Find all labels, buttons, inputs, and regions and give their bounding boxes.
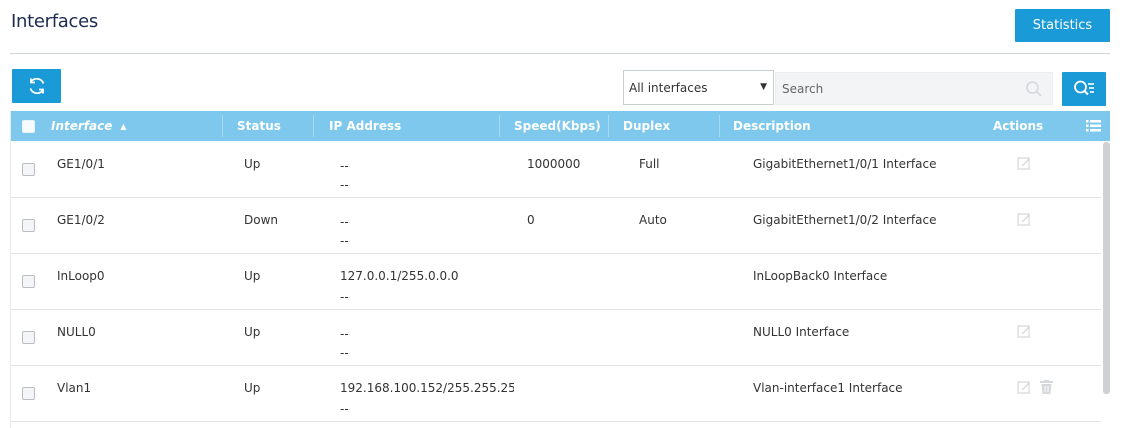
row-checkbox[interactable] [22, 275, 35, 288]
interface-name: GE1/0/1 [57, 157, 105, 171]
column-duplex-label: Duplex [623, 119, 671, 133]
column-actions: Actions [993, 111, 1043, 141]
select-all-cell [22, 111, 35, 141]
edit-icon [1017, 213, 1030, 226]
page-title: Interfaces [11, 11, 98, 32]
column-description-label: Description [733, 119, 811, 133]
column-status[interactable]: Status [237, 111, 281, 141]
column-separator [608, 115, 609, 137]
description-text: NULL0 Interface [753, 325, 850, 339]
search-icon[interactable] [1025, 80, 1043, 98]
title-divider [10, 53, 1110, 54]
row-checkbox[interactable] [22, 163, 35, 176]
table-row[interactable]: InLoop0 Up 127.0.0.1/255.0.0.0 -- InLoop… [11, 254, 1101, 310]
column-interface[interactable]: Interface ▲ [51, 111, 127, 141]
column-ip-address[interactable]: IP Address [329, 111, 401, 141]
status-text: Up [244, 157, 261, 171]
interface-filter-select[interactable]: All interfaces ▼ [623, 70, 774, 105]
vertical-scrollbar[interactable] [1103, 142, 1110, 394]
advanced-search-icon [1074, 80, 1094, 96]
column-actions-label: Actions [993, 119, 1044, 133]
status-text: Up [244, 325, 261, 339]
column-duplex[interactable]: Duplex [623, 111, 670, 141]
status-text: Up [244, 269, 261, 283]
row-checkbox[interactable] [22, 331, 35, 344]
description-text: InLoopBack0 Interface [753, 269, 888, 283]
edit-button[interactable] [1016, 155, 1032, 171]
column-description[interactable]: Description [733, 111, 811, 141]
column-separator [719, 115, 720, 137]
description-text: Vlan-interface1 Interface [753, 381, 903, 395]
ip-address-secondary: -- [340, 402, 349, 416]
search-input[interactable]: Search [775, 72, 1053, 105]
table-row[interactable]: NULL0 Up -- -- NULL0 Interface [11, 310, 1101, 366]
table-row[interactable]: GE1/0/2 Down -- -- 0 Auto GigabitEtherne… [11, 198, 1101, 254]
ip-address: 192.168.100.152/255.255.25! [340, 381, 514, 395]
search-placeholder: Search [782, 81, 824, 96]
column-speed-label: Speed(Kbps) [514, 119, 601, 133]
table-row[interactable]: GE1/0/1 Up -- -- 1000000 Full GigabitEth… [11, 142, 1101, 198]
column-settings-button[interactable] [1086, 111, 1101, 141]
refresh-button[interactable] [12, 69, 61, 103]
column-separator [222, 115, 223, 137]
table-header: Interface ▲ Status IP Address Speed(Kbps… [11, 111, 1110, 141]
duplex-value: Auto [639, 213, 667, 227]
ip-address-secondary: -- [340, 346, 349, 360]
edit-button[interactable] [1016, 211, 1032, 227]
speed-value: 1000000 [527, 157, 581, 171]
interface-name: Vlan1 [57, 381, 92, 395]
edit-icon [1017, 157, 1030, 170]
ip-address: 127.0.0.1/255.0.0.0 [340, 269, 459, 283]
row-checkbox[interactable] [22, 219, 35, 232]
delete-button[interactable] [1038, 379, 1054, 395]
duplex-value: Full [639, 157, 660, 171]
statistics-button[interactable]: Statistics [1015, 9, 1110, 42]
description-text: GigabitEthernet1/0/2 Interface [753, 213, 937, 227]
column-ip-address-label: IP Address [329, 119, 402, 133]
ip-address: -- [340, 215, 349, 229]
edit-icon [1017, 381, 1030, 394]
column-speed[interactable]: Speed(Kbps) [514, 111, 601, 141]
sort-ascending-icon: ▲ [120, 121, 127, 131]
ip-address-secondary: -- [340, 234, 349, 248]
interfaces-table: Interface ▲ Status IP Address Speed(Kbps… [10, 111, 1110, 428]
dropdown-arrow-icon: ▼ [760, 82, 767, 92]
interface-name: NULL0 [57, 325, 96, 339]
column-separator [313, 115, 314, 137]
select-all-checkbox[interactable] [22, 119, 35, 133]
speed-value: 0 [527, 213, 535, 227]
column-separator [499, 115, 500, 137]
edit-button[interactable] [1016, 379, 1032, 395]
ip-address-secondary: -- [340, 290, 349, 304]
refresh-icon [29, 77, 44, 95]
status-text: Down [244, 213, 279, 227]
column-interface-label: Interface [51, 119, 113, 133]
ip-address: -- [340, 327, 349, 341]
ip-address-secondary: -- [340, 178, 349, 192]
ip-address: -- [340, 159, 349, 173]
list-menu-icon [1086, 120, 1101, 132]
interface-filter-value: All interfaces [629, 80, 708, 95]
edit-button[interactable] [1016, 323, 1032, 339]
interface-name: GE1/0/2 [57, 213, 105, 227]
description-text: GigabitEthernet1/0/1 Interface [753, 157, 937, 171]
interface-name: InLoop0 [57, 269, 105, 283]
table-row[interactable]: Vlan1 Up 192.168.100.152/255.255.25! -- … [11, 366, 1101, 422]
row-checkbox[interactable] [22, 387, 35, 400]
status-text: Up [244, 381, 261, 395]
trash-icon [1039, 380, 1053, 394]
edit-icon [1017, 325, 1030, 338]
column-status-label: Status [237, 119, 281, 133]
advanced-search-button[interactable] [1062, 72, 1106, 106]
